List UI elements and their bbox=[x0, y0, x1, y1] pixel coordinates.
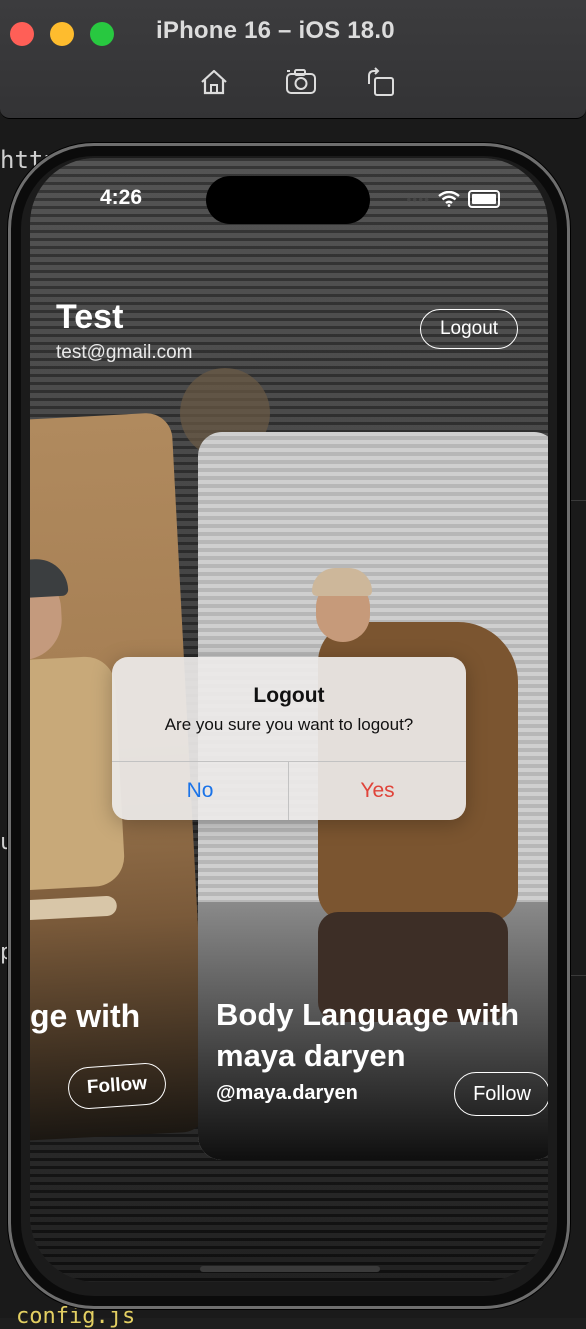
alert-message: Are you sure you want to logout? bbox=[164, 715, 414, 734]
user-email: test@gmail.com bbox=[56, 342, 193, 363]
logout-alert-dialog: Logout Are you sure you want to logout? … bbox=[112, 657, 466, 820]
home-indicator[interactable] bbox=[200, 1266, 380, 1272]
battery-icon bbox=[468, 190, 500, 208]
card-photo-hat bbox=[30, 557, 69, 601]
logout-button[interactable]: Logout bbox=[420, 309, 518, 349]
dynamic-island bbox=[206, 176, 370, 224]
simulator-titlebar: iPhone 16 – iOS 18.0 bbox=[0, 0, 586, 119]
simulator-title: iPhone 16 – iOS 18.0 bbox=[156, 17, 395, 44]
close-window-button[interactable] bbox=[10, 22, 34, 46]
home-icon bbox=[201, 69, 227, 95]
follow-button[interactable]: Follow bbox=[66, 1061, 168, 1111]
alert-no-button[interactable]: No bbox=[112, 762, 288, 820]
minimize-window-button[interactable] bbox=[50, 22, 74, 46]
rotate-button[interactable] bbox=[360, 64, 400, 100]
wifi-icon bbox=[438, 191, 460, 207]
camera-icon bbox=[286, 69, 316, 94]
follow-button[interactable]: Follow bbox=[454, 1072, 548, 1116]
alert-yes-button[interactable]: Yes bbox=[289, 762, 466, 820]
status-icons: •••• bbox=[406, 190, 500, 208]
alert-title: Logout bbox=[253, 684, 325, 707]
status-time: 4:26 bbox=[100, 186, 143, 209]
card-handle[interactable]: @maya.daryen bbox=[216, 1082, 358, 1105]
rotate-icon bbox=[368, 67, 394, 96]
cellular-signal-icon: •••• bbox=[406, 191, 430, 207]
zoom-window-button[interactable] bbox=[90, 22, 114, 46]
card-photo-chair bbox=[30, 895, 118, 922]
card-title: ge with bbox=[30, 998, 141, 1034]
screenshot-button[interactable] bbox=[282, 64, 322, 100]
card-photo-beanie bbox=[312, 568, 372, 596]
user-name: Test bbox=[56, 298, 124, 336]
home-button[interactable] bbox=[194, 64, 234, 100]
card-title: Body Language with maya daryen bbox=[216, 997, 520, 1073]
